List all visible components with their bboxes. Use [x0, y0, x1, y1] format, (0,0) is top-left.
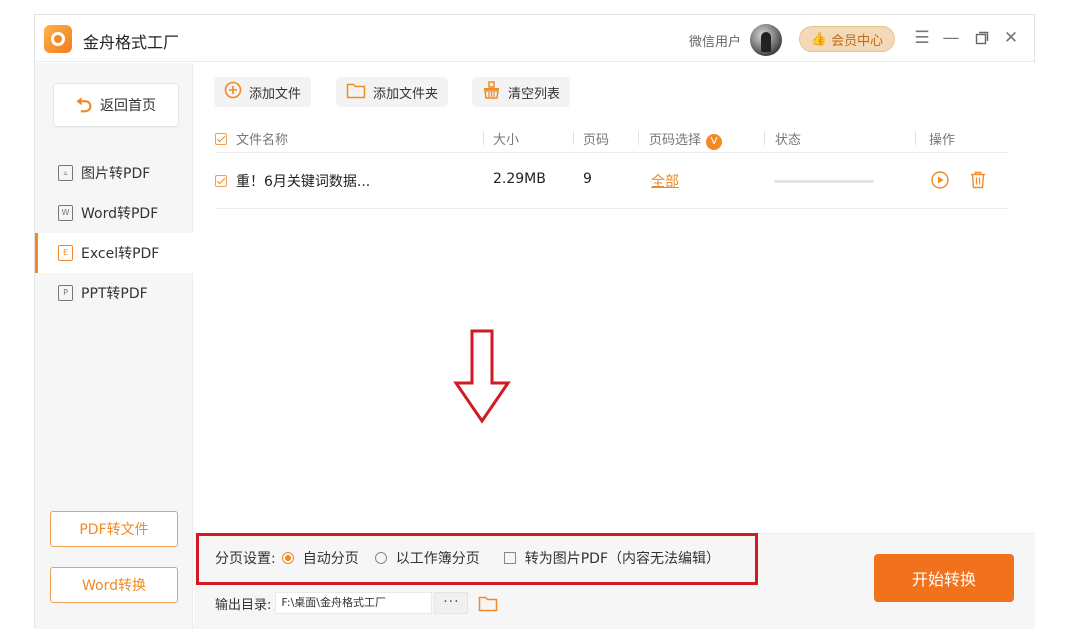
maximize-icon[interactable] [972, 27, 992, 49]
output-dir-label: 输出目录: [215, 597, 272, 613]
excel-file-icon: E [58, 245, 73, 261]
col-pages: 页码 [583, 133, 610, 148]
file-name-cell: 重！6月关键词数据... [215, 171, 370, 191]
main-panel: 添加文件 添加文件夹 清空列表 文件名称 大小 页码 页码选择 V 状态 操作 … [194, 63, 1035, 629]
col-size: 大小 [493, 133, 520, 148]
sidebar-item-label: 图片转PDF [81, 166, 151, 182]
workbook-page-label[interactable]: 以工作簿分页 [396, 548, 480, 568]
col-file-name[interactable]: 文件名称 [215, 129, 288, 148]
sidebar-item-ppt-to-pdf[interactable]: P PPT转PDF [35, 273, 193, 313]
add-folder-button[interactable]: 添加文件夹 [336, 77, 449, 107]
start-convert-button[interactable]: 开始转换 [874, 554, 1014, 602]
sidebar-item-label: PPT转PDF [81, 286, 148, 302]
pdf-to-file-button[interactable]: PDF转文件 [50, 511, 178, 547]
sidebar-item-excel-to-pdf[interactable]: E Excel转PDF [35, 233, 193, 273]
back-home-label: 返回首页 [100, 98, 157, 114]
col-page-select: 页码选择 V [649, 129, 723, 150]
auto-page-label[interactable]: 自动分页 [303, 548, 359, 568]
down-arrow-icon [453, 329, 511, 424]
close-icon[interactable]: ✕ [1001, 27, 1021, 49]
row-checkbox[interactable] [215, 175, 227, 187]
auto-page-radio[interactable] [281, 552, 294, 564]
col-status: 状态 [775, 133, 802, 148]
select-all-checkbox[interactable] [215, 133, 227, 145]
word-convert-button[interactable]: Word转换 [50, 567, 178, 603]
menu-icon[interactable]: ☰ [912, 27, 932, 49]
folder-icon [346, 82, 366, 103]
broom-icon [482, 81, 501, 103]
output-dir-row: 输出目录: F:\桌面\金舟格式工厂 ··· [215, 592, 498, 614]
workbook-page-radio[interactable] [374, 552, 387, 564]
page-setting-options: 分页设置: 自动分页 以工作簿分页 转为图片PDF（内容无法编辑） [215, 548, 720, 568]
clear-list-button[interactable]: 清空列表 [472, 77, 571, 107]
ppt-file-icon: P [58, 285, 73, 301]
add-file-button[interactable]: 添加文件 [214, 77, 312, 107]
title-bar: 金舟格式工厂 微信用户 👍 会员中心 ☰ — ✕ [35, 15, 1034, 62]
sidebar-item-word-to-pdf[interactable]: W Word转PDF [35, 193, 193, 233]
play-icon[interactable] [931, 171, 949, 189]
browse-button[interactable]: ··· [434, 592, 469, 614]
image-file-icon: ▵ [58, 165, 73, 181]
back-home-button[interactable]: ⮌ 返回首页 [53, 83, 179, 127]
thumbs-up-icon: 👍 [810, 31, 828, 47]
page-select-link[interactable]: 全部 [651, 171, 679, 191]
image-pdf-label[interactable]: 转为图片PDF（内容无法编辑） [525, 548, 720, 568]
page-count-cell: 9 [583, 171, 592, 187]
page-setting-label: 分页设置: [215, 551, 276, 567]
col-action: 操作 [929, 133, 956, 148]
word-file-icon: W [58, 205, 73, 221]
table-row[interactable]: 重！6月关键词数据... 2.29MB 9 全部 [215, 153, 1009, 209]
open-folder-icon[interactable] [478, 595, 498, 612]
sidebar: ⮌ 返回首页 ▵ 图片转PDF W Word转PDF E Excel转PDF P… [35, 63, 193, 629]
add-file-label: 添加文件 [249, 86, 302, 102]
user-name[interactable]: 微信用户 [689, 31, 741, 50]
app-title: 金舟格式工厂 [83, 33, 180, 52]
member-center-button[interactable]: 👍 会员中心 [799, 26, 895, 52]
vip-badge-icon: V [706, 134, 723, 150]
avatar[interactable] [750, 24, 782, 56]
image-pdf-checkbox[interactable] [503, 552, 516, 564]
back-arrow-icon: ⮌ [75, 93, 93, 117]
sidebar-item-label: Excel转PDF [81, 246, 160, 262]
member-center-label: 会员中心 [831, 33, 884, 49]
plus-circle-icon [224, 81, 242, 103]
sidebar-item-label: Word转PDF [81, 206, 159, 222]
output-path-field[interactable]: F:\桌面\金舟格式工厂 [275, 592, 433, 614]
clear-list-label: 清空列表 [508, 86, 561, 102]
status-progress-bar [774, 180, 874, 183]
bottom-settings-bar: 分页设置: 自动分页 以工作簿分页 转为图片PDF（内容无法编辑） 输出目录: … [194, 533, 1035, 629]
app-logo-icon [44, 25, 72, 53]
table-header: 文件名称 大小 页码 页码选择 V 状态 操作 [215, 125, 1009, 153]
sidebar-item-image-to-pdf[interactable]: ▵ 图片转PDF [35, 153, 193, 193]
trash-icon[interactable] [969, 171, 987, 189]
app-window: 金舟格式工厂 微信用户 👍 会员中心 ☰ — ✕ ⮌ 返回首页 ▵ 图片转PDF… [34, 14, 1035, 629]
file-size-cell: 2.29MB [493, 171, 546, 187]
add-folder-label: 添加文件夹 [373, 86, 439, 102]
minimize-icon[interactable]: — [941, 27, 961, 49]
